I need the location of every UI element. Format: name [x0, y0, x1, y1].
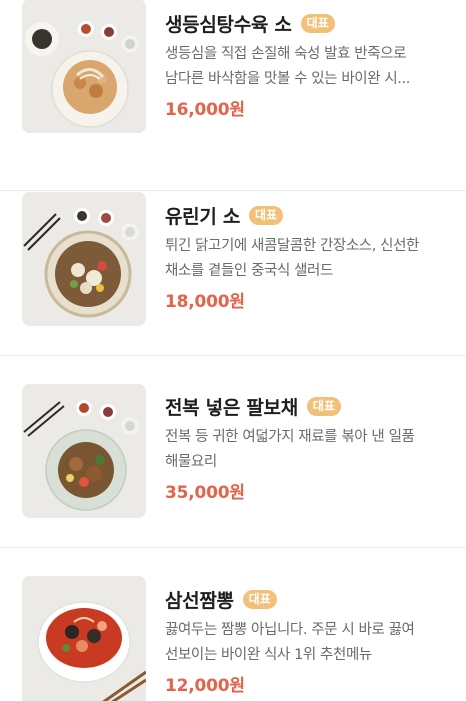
- menu-item-description-line: 채소를 곁들인 중국식 샐러드: [165, 263, 333, 279]
- menu-item-info: 전복 넣은 팔보채 대표 전복 등 귀한 여덟가지 재료를 볶아 낸 일품 해물…: [165, 382, 450, 503]
- menu-item-price: 12,000원: [165, 676, 245, 696]
- yuringi-chicken-dish-photo: [22, 192, 146, 326]
- menu-item-info: 유린기 소 대표 튀긴 닭고기에 새콤달콤한 간장소스, 신선한 채소를 곁들인…: [165, 191, 450, 312]
- menu-item-description: 전복 등 귀한 여덟가지 재료를 볶아 낸 일품 해물요리: [165, 425, 450, 475]
- menu-list: 생등심탕수육 소 대표 생등심을 직접 손질해 숙성 발효 반죽으로 남다른 바…: [0, 0, 466, 701]
- menu-item-description-line: 선보이는 바이완 식사 1위 추천메뉴: [165, 647, 372, 663]
- seafood-jjamppong-noodle-photo: [22, 576, 146, 701]
- menu-item[interactable]: 삼선짬뽕 대표 끓여두는 짬뽕 아닙니다. 주문 시 바로 끓여 선보이는 바이…: [0, 548, 466, 701]
- menu-item-description: 끓여두는 짬뽕 아닙니다. 주문 시 바로 끓여 선보이는 바이완 식사 1위 …: [165, 618, 450, 668]
- signature-badge: 대표: [306, 396, 341, 416]
- signature-badge: 대표: [249, 205, 284, 225]
- menu-item-title: 생등심탕수육 소: [165, 13, 292, 36]
- signature-badge: 대표: [300, 13, 335, 33]
- menu-item-description: 생등심을 직접 손질해 숙성 발효 반죽으로 남다른 바삭함을 맛볼 수 있는 …: [165, 42, 450, 92]
- menu-item-description-line: 끓여두는 짬뽕 아닙니다. 주문 시 바로 끓여: [165, 622, 415, 638]
- menu-item[interactable]: 생등심탕수육 소 대표 생등심을 직접 손질해 숙성 발효 반죽으로 남다른 바…: [0, 0, 466, 191]
- palbochae-seafood-dish-photo: [22, 384, 146, 518]
- menu-item-title: 유린기 소: [165, 205, 241, 228]
- menu-item-title-row: 전복 넣은 팔보채 대표: [165, 391, 450, 421]
- menu-item-price: 16,000원: [165, 100, 245, 120]
- menu-item-title-row: 유린기 소 대표: [165, 200, 450, 230]
- menu-item[interactable]: 유린기 소 대표 튀긴 닭고기에 새콤달콤한 간장소스, 신선한 채소를 곁들인…: [0, 164, 466, 356]
- menu-item-title-row: 삼선짬뽕 대표: [165, 584, 450, 614]
- menu-item-description-line: 해물요리: [165, 454, 217, 470]
- menu-item-description-line: 생등심을 직접 손질해 숙성 발효 반죽으로: [165, 46, 407, 62]
- menu-item-description-line: 전복 등 귀한 여덟가지 재료를 볶아 낸 일품: [165, 429, 415, 445]
- menu-item-title-row: 생등심탕수육 소 대표: [165, 8, 450, 38]
- menu-item-title: 전복 넣은 팔보채: [165, 396, 298, 419]
- menu-item-description-line: 튀긴 닭고기에 새콤달콤한 간장소스, 신선한: [165, 238, 419, 254]
- menu-item-title: 삼선짬뽕: [165, 589, 234, 612]
- menu-item-info: 생등심탕수육 소 대표 생등심을 직접 손질해 숙성 발효 반죽으로 남다른 바…: [165, 0, 450, 120]
- sweet-and-sour-pork-dish-photo: [22, 0, 146, 133]
- signature-badge: 대표: [242, 589, 277, 609]
- menu-item[interactable]: 전복 넣은 팔보채 대표 전복 등 귀한 여덟가지 재료를 볶아 낸 일품 해물…: [0, 356, 466, 548]
- menu-item-description-line: 남다른 바삭함을 맛볼 수 있는 바이완 시...: [165, 71, 410, 87]
- menu-item-description: 튀긴 닭고기에 새콤달콤한 간장소스, 신선한 채소를 곁들인 중국식 샐러드: [165, 234, 450, 284]
- menu-item-info: 삼선짬뽕 대표 끓여두는 짬뽕 아닙니다. 주문 시 바로 끓여 선보이는 바이…: [165, 575, 450, 696]
- menu-item-price: 18,000원: [165, 292, 245, 312]
- menu-item-price: 35,000원: [165, 483, 245, 503]
